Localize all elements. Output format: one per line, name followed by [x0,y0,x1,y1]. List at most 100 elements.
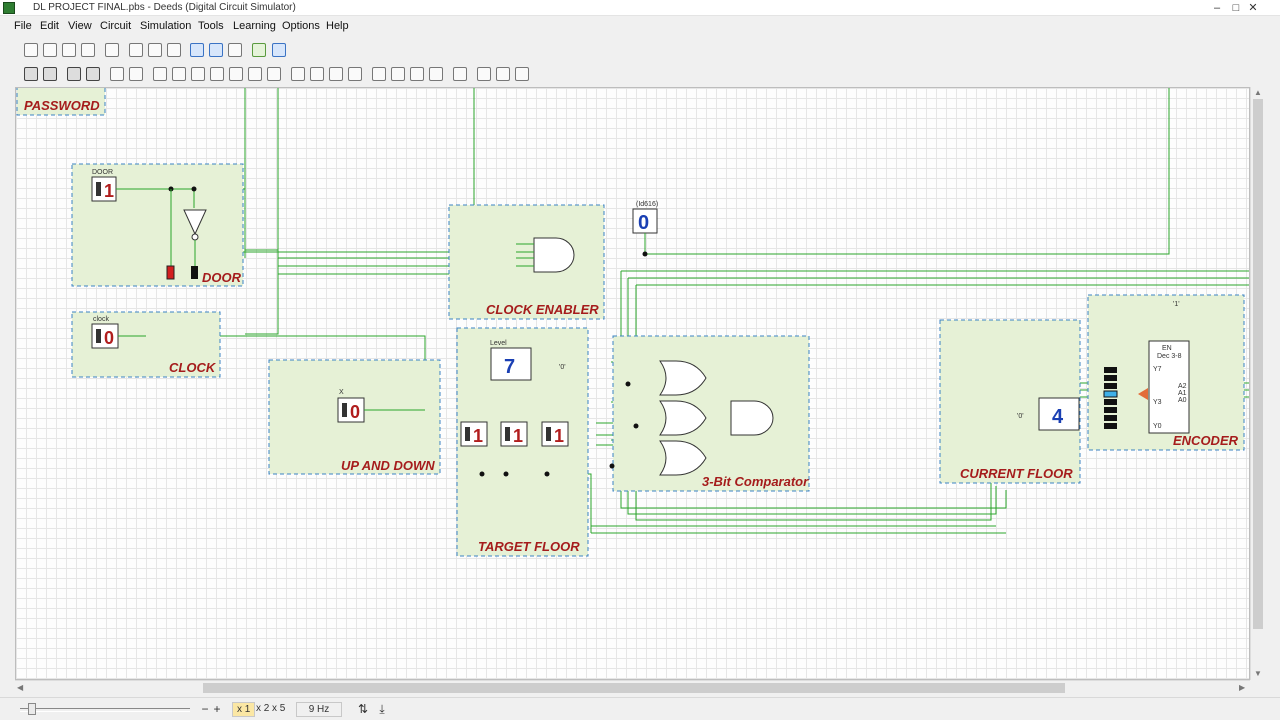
menu-simulation[interactable]: Simulation [140,20,191,32]
zoom-out-icon[interactable] [209,43,223,57]
current-display-value: 4 [1052,406,1064,428]
close-button[interactable]: ✕ [1243,0,1263,16]
vertical-scroll-thumb[interactable] [1253,99,1263,629]
keypad-icon[interactable] [515,67,529,81]
print-icon[interactable] [81,43,95,57]
current-const-zero: '0' [1017,413,1024,420]
comparator-label: 3-Bit Comparator [702,474,809,489]
export-icon[interactable]: ⤓ [375,702,389,716]
door-switch-value: 1 [104,181,114,201]
copy-icon[interactable] [148,43,162,57]
timing-diagram-icon[interactable] [272,43,286,57]
app-icon [3,2,15,14]
clock-block[interactable]: clock 0 CLOCK [71,311,221,378]
or-gate-icon[interactable] [229,67,243,81]
jk-flip-flop-icon[interactable] [310,67,324,81]
timing-icon[interactable]: ⇅ [356,702,370,716]
menu-view[interactable]: View [68,20,92,32]
scale-x5-button[interactable]: x 5 [268,702,289,717]
menu-file[interactable]: File [14,20,32,32]
and-gate [533,237,575,273]
register-icon[interactable] [391,67,405,81]
door-switch-caption: DOOR [92,169,113,176]
current-floor-block[interactable]: 4 '0' CURRENT FLOOR [939,319,1081,484]
decoder-icon[interactable] [410,67,424,81]
switch-component-icon[interactable] [86,67,100,81]
decoder-y3: Y3 [1153,399,1162,406]
clock-component-icon[interactable] [67,67,81,81]
menu-tools[interactable]: Tools [198,20,224,32]
door-switch-toggle [96,182,101,196]
title-bar: DL PROJECT FINAL.pbs - Deeds (Digital Ci… [0,0,1280,16]
display-icon[interactable] [429,67,443,81]
current-floor-label: CURRENT FLOOR [960,466,1073,481]
circuit-canvas[interactable]: .blk { fill: #e6f1d6; stroke: #3b82c4; s… [15,87,1250,680]
encoder-label: ENCODER [1173,433,1239,448]
target-display-value: 7 [504,356,515,378]
door-block[interactable]: DOOR 1 DOOR [71,163,244,287]
nand-gate-icon[interactable] [210,67,224,81]
label-icon[interactable] [453,67,467,81]
frequency-readout: 9 Hz [296,702,342,717]
target-bit2-value: 1 [473,426,483,446]
zoom-in-icon[interactable] [190,43,204,57]
decoder-a2: A2 [1178,383,1187,390]
led-icon[interactable] [496,67,510,81]
menu-help[interactable]: Help [326,20,349,32]
encoder-block[interactable]: '1' EN Dec 3-8 Y7 Y3 Y0 A2 A1 A0 ENCODER [1087,294,1245,451]
save-icon[interactable] [62,43,76,57]
ground-icon[interactable] [110,67,124,81]
scroll-left-icon[interactable]: ◀ [17,683,23,692]
menu-circuit[interactable]: Circuit [100,20,131,32]
t-flip-flop-icon[interactable] [329,67,343,81]
slider-knob[interactable] [28,703,36,715]
decoder-a1: A1 [1178,390,1187,397]
decoder-name: Dec 3-8 [1157,353,1182,360]
scroll-down-icon[interactable]: ▼ [1254,669,1262,678]
decoder-y7: Y7 [1153,366,1162,373]
xor-gate-icon[interactable] [267,67,281,81]
target-floor-block[interactable]: Level 7 '0' 1 1 1 TARGET FLOOR [456,327,589,557]
simulation-speed-slider[interactable] [20,703,190,715]
output-component-icon[interactable] [43,67,57,81]
counter-icon[interactable] [372,67,386,81]
vcc-icon[interactable] [129,67,143,81]
scroll-up-icon[interactable]: ▲ [1254,88,1262,97]
clock-enabler-block[interactable]: CLOCK ENABLER [448,204,605,320]
open-folder-icon[interactable] [43,43,57,57]
horizontal-scrollbar[interactable]: ◀ ▶ [15,680,1250,694]
d-flip-flop-icon[interactable] [291,67,305,81]
minimize-button[interactable]: – [1207,0,1227,16]
nor-gate-icon[interactable] [248,67,262,81]
menu-bar: File Edit View Circuit Simulation Tools … [0,18,1280,36]
password-block[interactable]: PASSWORD [16,88,106,116]
updown-switch-value: 0 [350,402,360,422]
menu-options[interactable]: Options [282,20,320,32]
mux-icon[interactable] [348,67,362,81]
menu-learning[interactable]: Learning [233,20,276,32]
level-caption: Level [490,340,507,347]
zoom-plus-button[interactable]: + [210,702,224,716]
undo-icon[interactable] [105,43,119,57]
paste-icon[interactable] [167,43,181,57]
run-simulation-icon[interactable] [252,43,266,57]
comparator-block[interactable]: 3-Bit Comparator [609,335,810,492]
horizontal-scroll-thumb[interactable] [203,683,1065,693]
decoder-a0: A0 [1178,397,1187,404]
and-gate-icon[interactable] [191,67,205,81]
probe-value: 0 [638,212,649,234]
menu-edit[interactable]: Edit [40,20,59,32]
vertical-scrollbar[interactable]: ▲ ▼ [1250,87,1264,680]
clock-switch-value: 0 [104,328,114,348]
scroll-right-icon[interactable]: ▶ [1239,683,1245,692]
probe-icon[interactable] [477,67,491,81]
not-gate-icon[interactable] [172,67,186,81]
up-and-down-block[interactable]: X 0 UP AND DOWN [268,359,441,475]
probe-output[interactable]: (Id616) 0 [632,201,658,257]
pan-hand-icon[interactable] [228,43,242,57]
buffer-gate-icon[interactable] [153,67,167,81]
new-file-icon[interactable] [24,43,38,57]
cut-icon[interactable] [129,43,143,57]
circuit-schematic: .blk { fill: #e6f1d6; stroke: #3b82c4; s… [16,88,1249,557]
input-component-icon[interactable] [24,67,38,81]
